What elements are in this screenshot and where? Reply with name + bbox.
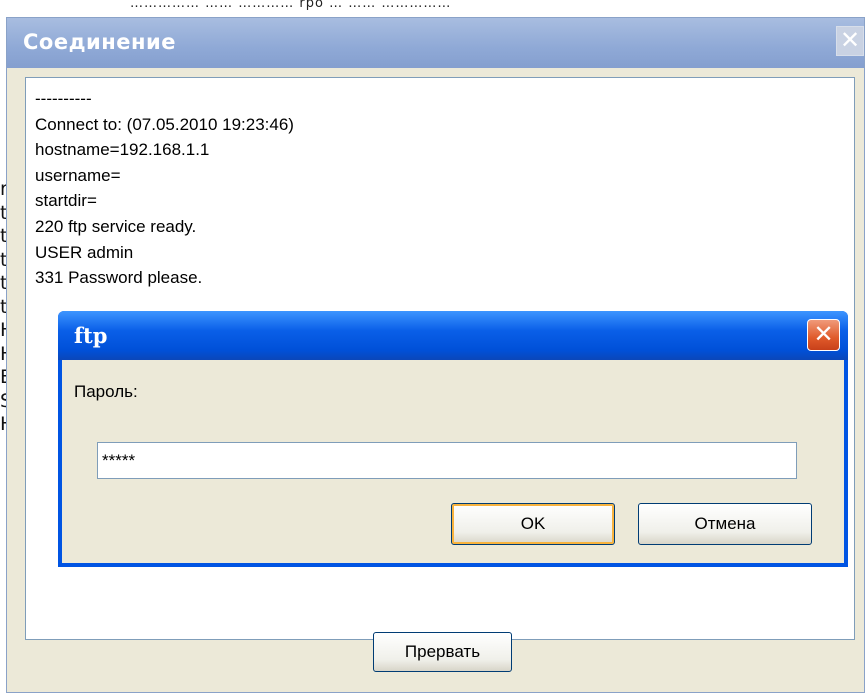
ok-button[interactable]: OK	[451, 503, 615, 545]
log-line: Connect to: (07.05.2010 19:23:46)	[35, 114, 294, 134]
background-top-text: …………… …… ………… rpo … …… ……………	[130, 0, 452, 10]
log-line: 331 Password please.	[35, 268, 203, 288]
log-line: USER admin	[35, 242, 134, 262]
ftp-dialog-close-button[interactable]: ✕	[807, 319, 840, 351]
ftp-password-dialog: ftp ✕ Пароль: OK Отмена	[58, 311, 848, 567]
log-line: ----------	[35, 89, 92, 108]
log-line: hostname=192.168.1.1	[35, 140, 210, 160]
ftp-dialog-body: Пароль: OK Отмена	[62, 360, 844, 563]
connection-dialog-close-button[interactable]: ✕	[836, 26, 864, 56]
ftp-dialog-titlebar[interactable]: ftp ✕	[58, 311, 848, 360]
close-icon: ✕	[839, 26, 861, 54]
close-icon: ✕	[813, 320, 834, 348]
log-line: startdir=	[35, 191, 97, 211]
connection-dialog-titlebar[interactable]: Соединение ✕	[7, 18, 864, 68]
connection-dialog-title: Соединение	[23, 30, 176, 54]
ftp-dialog-title: ftp	[74, 323, 108, 348]
log-line: 220 ftp service ready.	[35, 216, 197, 236]
cancel-button[interactable]: Отмена	[638, 503, 812, 545]
abort-button[interactable]: Прервать	[373, 632, 512, 672]
password-field[interactable]	[97, 442, 797, 479]
password-label: Пароль:	[74, 382, 138, 401]
log-line: username=	[35, 165, 121, 185]
